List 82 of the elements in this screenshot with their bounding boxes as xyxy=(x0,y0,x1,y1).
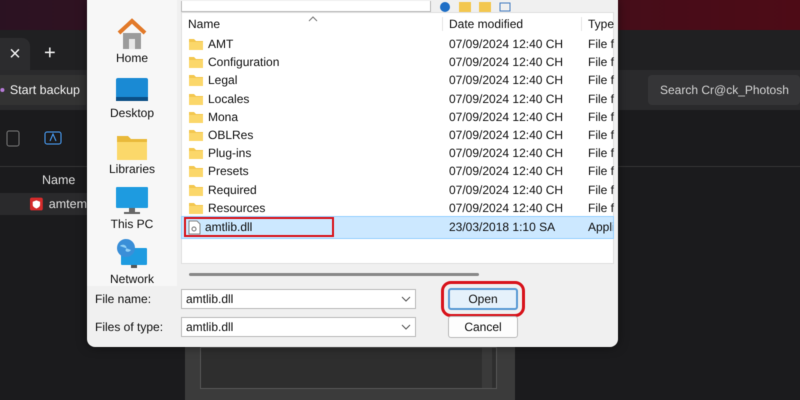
combo-field[interactable]: amtlib.dll xyxy=(181,317,416,337)
place-item[interactable]: Libraries xyxy=(108,126,156,176)
column-header: Name xyxy=(42,172,76,189)
file-row[interactable]: Configuration 07/09/2024 12:40 CH File f xyxy=(182,53,613,72)
file-type: File f xyxy=(587,128,614,142)
date-modified: 07/09/2024 12:40 CH xyxy=(448,146,564,160)
file-row[interactable]: Presets 07/09/2024 12:40 CH File f xyxy=(182,162,613,180)
view-icon[interactable] xyxy=(499,2,511,12)
text-select-icon[interactable] xyxy=(44,129,62,147)
folder-icon xyxy=(188,128,204,142)
file-name: Presets xyxy=(208,164,249,178)
date-modified: 07/09/2024 12:40 CH xyxy=(448,128,564,142)
dropdown-caret-icon[interactable] xyxy=(401,296,411,302)
column-header[interactable]: Type xyxy=(581,17,614,31)
field-label: Files of type: xyxy=(95,320,164,334)
sort-caret-icon xyxy=(308,16,318,22)
date-modified: 07/09/2024 12:40 CH xyxy=(448,200,564,215)
folder-icon xyxy=(188,146,204,160)
file-type: File f xyxy=(587,182,614,197)
file-name: OBLRes xyxy=(208,128,254,142)
place-item[interactable]: Desktop xyxy=(110,71,154,120)
home-icon xyxy=(115,17,149,52)
date-modified: 07/09/2024 12:40 CH xyxy=(448,110,564,124)
file-row[interactable]: Plug-ins 07/09/2024 12:40 CH File f xyxy=(182,144,613,162)
file-type: File f xyxy=(587,37,614,52)
dropdown-caret-icon[interactable] xyxy=(401,324,411,330)
file-row[interactable]: Required 07/09/2024 12:40 CH File f xyxy=(182,180,613,199)
file-row[interactable]: AMT 07/09/2024 12:40 CH File f xyxy=(182,35,613,54)
file-row[interactable]: OBLRes 07/09/2024 12:40 CH File f xyxy=(182,126,613,144)
search-field[interactable]: Search Cr@ck_Photosh xyxy=(648,75,800,105)
folder-icon xyxy=(188,200,204,215)
file-name: Locales xyxy=(208,92,250,106)
file-name: Resources xyxy=(208,200,266,215)
place-item[interactable]: This PC xyxy=(110,182,154,231)
folder-icon xyxy=(188,73,204,88)
backup-button[interactable]: Start backup xyxy=(0,75,86,105)
file-name: amtlib.dll xyxy=(205,220,252,234)
globe-icon[interactable] xyxy=(439,2,451,12)
tab-close-button[interactable]: × xyxy=(0,38,30,70)
date-modified: 23/03/2018 1:10 SA xyxy=(448,220,556,234)
file-name: AMT xyxy=(208,37,234,52)
file-name: Legal xyxy=(208,73,238,88)
date-modified: 07/09/2024 12:40 CH xyxy=(448,73,564,88)
file-type: File f xyxy=(587,92,614,106)
file-row[interactable]: Resources 07/09/2024 12:40 CH File f xyxy=(182,198,613,217)
file-row[interactable]: Legal 07/09/2024 12:40 CH File f xyxy=(182,71,613,90)
combo-field[interactable]: amtlib.dll xyxy=(181,289,416,309)
file-name: Plug-ins xyxy=(208,146,252,160)
shield-icon xyxy=(30,197,43,211)
file-type: File f xyxy=(587,164,614,178)
column-header[interactable]: Date modified xyxy=(442,17,581,31)
file-icon xyxy=(188,220,201,235)
date-modified: 07/09/2024 12:40 CH xyxy=(448,164,564,178)
new-tab-button[interactable]: + xyxy=(44,38,56,70)
place-item[interactable]: Home xyxy=(115,16,149,66)
date-modified: 07/09/2024 12:40 CH xyxy=(448,92,564,106)
folder-icon xyxy=(188,55,204,70)
folder-icon xyxy=(188,110,204,124)
file-name: amtem xyxy=(48,197,87,211)
place-item[interactable]: Network xyxy=(110,236,154,286)
file-row[interactable]: Mona 07/09/2024 12:40 CH File f xyxy=(182,108,613,126)
file-type: File f xyxy=(587,73,614,88)
date-modified: 07/09/2024 12:40 CH xyxy=(448,182,564,197)
field-label: File name: xyxy=(95,292,152,306)
file-type: File f xyxy=(587,55,614,70)
folder-icon xyxy=(188,182,204,197)
folder-icon xyxy=(188,164,204,178)
clipboard-icon[interactable] xyxy=(6,129,20,147)
file-type: File f xyxy=(587,110,614,124)
date-modified: 07/09/2024 12:40 CH xyxy=(448,37,564,52)
date-modified: 07/09/2024 12:40 CH xyxy=(448,55,564,70)
file-name: Required xyxy=(208,182,257,197)
folder-icon xyxy=(188,37,204,52)
file-row[interactable]: amtem xyxy=(0,193,87,215)
file-type: File f xyxy=(587,146,614,160)
file-name: Mona xyxy=(208,110,238,124)
file-type: File f xyxy=(587,200,614,215)
file-name: Configuration xyxy=(208,55,280,70)
dialog-button[interactable]: Cancel xyxy=(448,316,518,338)
file-row[interactable]: Locales 07/09/2024 12:40 CH File f xyxy=(182,90,613,108)
folder-icon xyxy=(188,92,204,106)
column-header[interactable]: Name xyxy=(182,17,442,31)
